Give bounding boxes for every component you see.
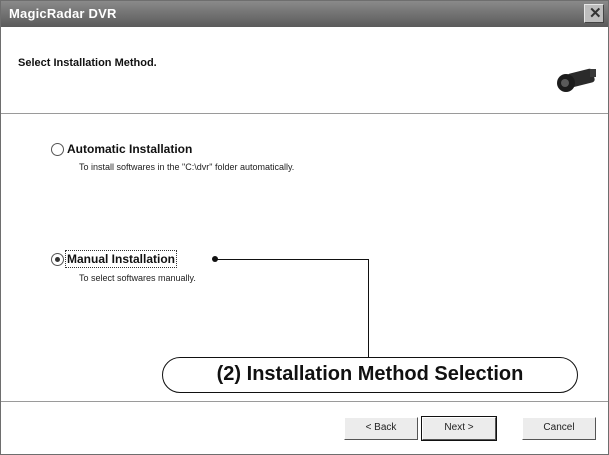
radio-automatic-installation[interactable] xyxy=(51,143,64,156)
option-manual-description: To select softwares manually. xyxy=(79,273,196,283)
callout-line-horizontal xyxy=(215,259,368,260)
close-button[interactable]: ✕ xyxy=(584,4,604,23)
cancel-button[interactable]: Cancel xyxy=(522,417,596,440)
installer-window: MagicRadar DVR ✕ Select Installation Met… xyxy=(0,0,609,455)
next-button-label: Next > xyxy=(444,422,474,433)
wizard-header: Select Installation Method. xyxy=(1,27,608,113)
radio-manual-installation[interactable] xyxy=(51,253,64,266)
title-bar[interactable]: MagicRadar DVR ✕ xyxy=(1,1,608,27)
footer-separator xyxy=(1,401,608,403)
window-title: MagicRadar DVR xyxy=(9,6,117,21)
next-button[interactable]: Next > xyxy=(421,416,497,441)
cancel-button-label: Cancel xyxy=(543,422,575,433)
security-camera-icon xyxy=(557,68,596,92)
callout-label: (2) Installation Method Selection xyxy=(216,363,524,385)
callout-label-box: (2) Installation Method Selection xyxy=(162,357,578,393)
option-automatic-description: To install softwares in the "C:\dvr" fol… xyxy=(79,162,295,172)
page-title: Select Installation Method. xyxy=(18,57,157,69)
close-icon: ✕ xyxy=(589,5,602,22)
option-automatic-label[interactable]: Automatic Installation xyxy=(67,142,192,156)
back-button-label: < Back xyxy=(365,422,397,433)
option-manual-label[interactable]: Manual Installation xyxy=(64,250,178,268)
back-button[interactable]: < Back xyxy=(344,417,418,440)
callout-line-vertical xyxy=(368,259,369,357)
